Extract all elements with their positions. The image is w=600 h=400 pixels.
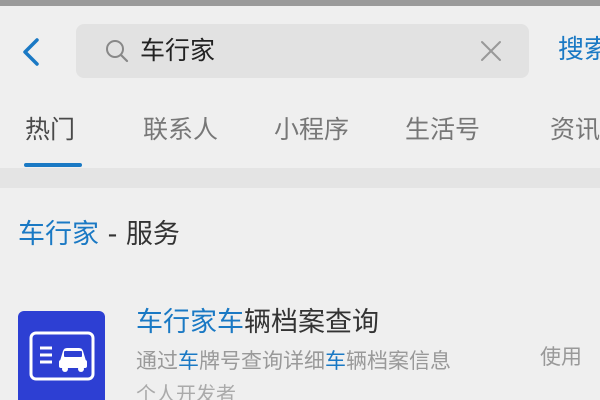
desc-part: 牌号查询详细 [199, 349, 325, 373]
use-button[interactable]: 使用 [540, 342, 582, 372]
active-tab-indicator [24, 163, 82, 167]
desc-part: 通过 [136, 349, 178, 373]
title-highlight-2: 车 [217, 307, 244, 338]
chevron-left-icon [23, 38, 39, 66]
desc-highlight: 车 [325, 349, 346, 373]
search-results-screen: 车行家 搜索 热门 联系人 小程序 生活号 资讯 车行家 - 服务 车行家车辆档… [0, 0, 600, 400]
section-suffix: - 服务 [99, 219, 180, 250]
close-icon[interactable] [478, 38, 504, 64]
tab-life-accounts[interactable]: 生活号 [405, 112, 480, 148]
tab-mini-programs[interactable]: 小程序 [274, 112, 349, 148]
search-button[interactable]: 搜索 [558, 32, 600, 68]
title-highlight-1: 车行家 [136, 307, 217, 338]
tab-hot[interactable]: 热门 [25, 112, 75, 148]
desc-part: 辆档案信息 [346, 349, 451, 373]
section-divider [0, 168, 600, 188]
search-input[interactable]: 车行家 [76, 24, 529, 78]
search-query-text[interactable]: 车行家 [140, 34, 215, 68]
section-keyword: 车行家 [18, 219, 99, 250]
tab-news[interactable]: 资讯 [550, 112, 600, 148]
desc-highlight: 车 [178, 349, 199, 373]
result-title[interactable]: 车行家车辆档案查询 [136, 304, 379, 342]
back-button[interactable] [10, 30, 54, 74]
car-id-card-icon [29, 331, 95, 381]
status-bar-edge [0, 0, 600, 6]
section-title: 车行家 - 服务 [18, 216, 180, 254]
title-rest: 辆档案查询 [244, 307, 379, 338]
tab-contacts[interactable]: 联系人 [143, 112, 218, 148]
result-description: 通过车牌号查询详细车辆档案信息 [136, 346, 451, 376]
developer-label: 个人开发者 [136, 382, 236, 400]
search-icon [106, 40, 129, 63]
app-icon[interactable] [18, 311, 105, 400]
